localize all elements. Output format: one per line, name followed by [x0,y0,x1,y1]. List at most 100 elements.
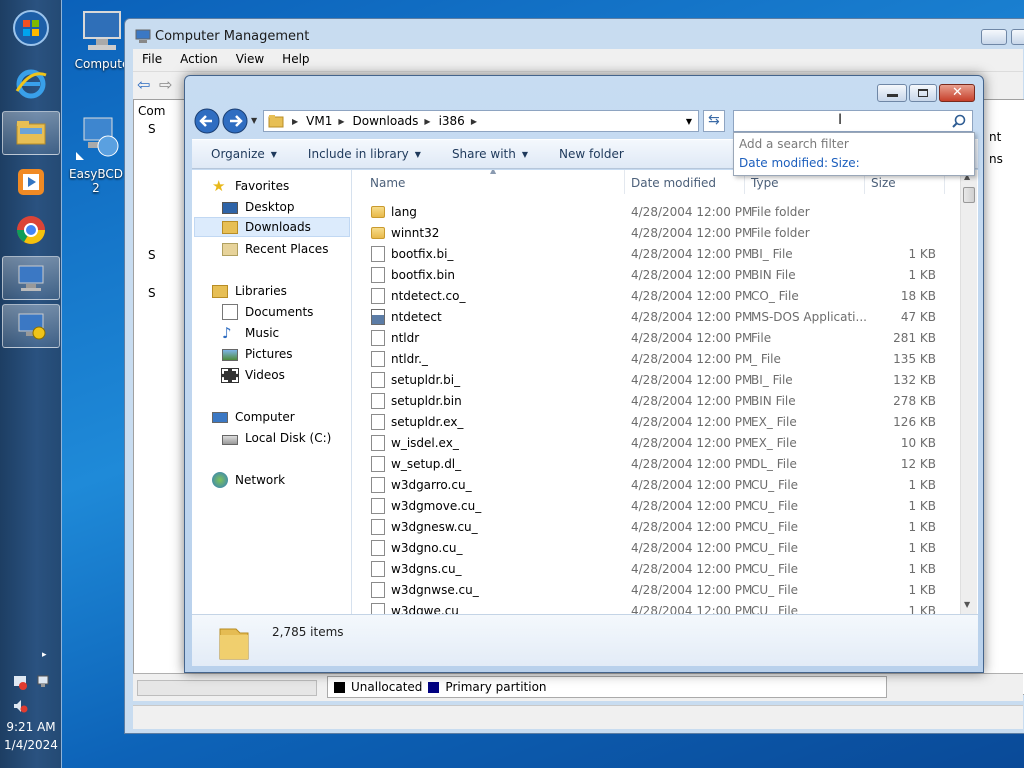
breadcrumb-i386[interactable]: i386 [439,114,465,128]
file-row[interactable]: w3dgmove.cu_ 4/28/2004 12:00 PM CU_ File 1 … [352,496,960,517]
nav-label: Music [245,326,280,340]
file-row[interactable]: ntldr._ 4/28/2004 12:00 PM _ File 135 KB [352,349,960,370]
file-type: BIN File [751,268,796,282]
clock[interactable]: 9:21 AM 1/4/2024 [0,718,62,754]
scroll-down-icon[interactable]: ▼ [964,600,970,609]
taskbar-media-button[interactable] [2,160,60,204]
nav-desktop[interactable]: Desktop [222,197,295,217]
file-row[interactable]: setupldr.bin 4/28/2004 12:00 PM BIN File 27… [352,391,960,412]
maximize-button[interactable] [909,84,937,102]
taskbar-ie-button[interactable] [2,62,60,106]
file-type: BIN File [751,394,796,408]
taskbar-explorer-button[interactable] [2,111,60,155]
column-header-size[interactable]: Size [871,176,896,190]
file-row[interactable]: w3dgns.cu_ 4/28/2004 12:00 PM CU_ File 1 KB [352,559,960,580]
search-box[interactable]: I [733,110,973,132]
file-row[interactable]: w3dgnwse.cu_ 4/28/2004 12:00 PM CU_ File 1 … [352,580,960,601]
nav-pictures[interactable]: Pictures [222,344,293,364]
column-header-type[interactable]: Type [751,176,779,190]
file-row[interactable]: w3dgwe.cu_ 4/28/2004 12:00 PM CU_ File 1 KB [352,601,960,614]
nav-local-disk[interactable]: Local Disk (C:) [222,428,331,448]
column-header-name[interactable]: Name [370,176,405,190]
column-divider[interactable] [624,170,625,194]
start-button[interactable] [2,6,60,50]
taskbar-chrome-button[interactable] [2,208,60,252]
nav-documents[interactable]: Documents [222,302,313,322]
breadcrumb-arrow-icon[interactable]: ▶ [471,117,477,126]
file-row[interactable]: w3dgnesw.cu_ 4/28/2004 12:00 PM CU_ File 1 … [352,517,960,538]
maximize-icon [918,89,928,97]
file-row[interactable]: w3dgno.cu_ 4/28/2004 12:00 PM CU_ File 1 KB [352,538,960,559]
vertical-scrollbar[interactable]: ▲ ▼ [960,170,977,614]
back-button[interactable] [193,109,219,135]
recent-pages-chevron-icon[interactable]: ▼ [251,116,257,125]
taskbar-config-button[interactable] [2,304,60,348]
file-row[interactable]: w_setup.dl_ 4/28/2004 12:00 PM DL_ File 12 … [352,454,960,475]
file-row[interactable]: ntldr 4/28/2004 12:00 PM File 281 KB [352,328,960,349]
file-row[interactable]: w_isdel.ex_ 4/28/2004 12:00 PM EX_ File 10 … [352,433,960,454]
new-folder-button[interactable]: New folder [540,147,636,161]
breadcrumb-arrow-icon[interactable]: ▶ [338,117,344,126]
menu-view[interactable]: View [227,49,273,71]
breadcrumb-downloads[interactable]: Downloads [353,114,419,128]
filter-size[interactable]: Size: [831,156,860,170]
file-size: 1 KB [908,562,936,576]
tree-item[interactable]: S [148,286,156,300]
nav-videos[interactable]: Videos [221,365,285,385]
desktop-icon-easybcd[interactable]: EasyBCD 2 [66,116,126,195]
menu-help[interactable]: Help [273,49,318,71]
filter-date-modified[interactable]: Date modified: [739,156,828,170]
nav-network[interactable]: Network [212,470,285,490]
address-dropdown-icon[interactable]: ▼ [686,117,692,126]
back-arrow-icon[interactable]: ⇦ [137,75,150,94]
tree-item[interactable]: S [148,122,156,136]
breadcrumb-vm1[interactable]: VM1 [306,114,332,128]
file-row[interactable]: setupldr.bi_ 4/28/2004 12:00 PM BI_ File 13… [352,370,960,391]
nav-favorites[interactable]: ★ Favorites [212,176,289,196]
minimize-button[interactable] [981,29,1007,45]
refresh-button[interactable]: ⇆ [703,110,725,132]
organize-button[interactable]: Organize ▼ [192,147,289,161]
file-row[interactable]: ntdetect.co_ 4/28/2004 12:00 PM CO_ File 18… [352,286,960,307]
scrollbar-thumb[interactable] [963,187,975,203]
clock-time: 9:21 AM [6,720,56,734]
search-icon[interactable] [952,114,966,128]
close-button[interactable]: ✕ [939,84,975,102]
file-row[interactable]: w3dgarro.cu_ 4/28/2004 12:00 PM CU_ File 1 … [352,475,960,496]
forward-button[interactable] [221,109,247,135]
maximize-button[interactable] [1011,29,1024,45]
file-row[interactable]: lang 4/28/2004 12:00 PM File folder [352,202,960,223]
volume-muted-icon[interactable] [12,698,28,714]
nav-recent-places[interactable]: Recent Places [222,239,328,259]
share-with-button[interactable]: Share with ▼ [433,147,540,161]
tray-expand-icon[interactable]: ▸ [42,650,58,666]
menu-file[interactable]: File [133,49,171,71]
horizontal-scrollbar[interactable] [137,680,317,696]
network-icon[interactable] [36,674,52,690]
libraries-icon [212,284,228,298]
action-center-icon[interactable] [12,674,28,690]
nav-music[interactable]: ♪ Music [222,323,279,343]
address-bar[interactable]: ▶ VM1 ▶ Downloads ▶ i386 ▶ ▼ [263,110,699,132]
menu-action[interactable]: Action [171,49,227,71]
nav-computer[interactable]: Computer [212,407,295,427]
file-row[interactable]: winnt32 4/28/2004 12:00 PM File folder [352,223,960,244]
file-row[interactable]: setupldr.ex_ 4/28/2004 12:00 PM EX_ File 12… [352,412,960,433]
column-header-date-modified[interactable]: Date modified [631,176,716,190]
desktop-icon-computer[interactable]: Compute [72,10,132,71]
actions-item[interactable]: ns [989,152,1003,166]
taskbar-computer-mgmt-button[interactable] [2,256,60,300]
file-row[interactable]: bootfix.bi_ 4/28/2004 12:00 PM BI_ File 1 K… [352,244,960,265]
tree-item[interactable]: S [148,248,156,262]
include-in-library-button[interactable]: Include in library ▼ [289,147,433,161]
breadcrumb-arrow-icon[interactable]: ▶ [292,117,298,126]
forward-arrow-icon[interactable]: ⇨ [159,75,172,94]
file-row[interactable]: ntdetect 4/28/2004 12:00 PM MS-DOS Applica… [352,307,960,328]
tree-root[interactable]: Com [138,104,165,118]
minimize-button[interactable] [877,84,907,102]
breadcrumb-arrow-icon[interactable]: ▶ [424,117,430,126]
dropdown-arrow-icon: ▼ [270,149,277,159]
nav-libraries[interactable]: Libraries [212,281,287,301]
file-row[interactable]: bootfix.bin 4/28/2004 12:00 PM BIN File 1 K… [352,265,960,286]
nav-downloads[interactable]: Downloads [194,217,350,237]
